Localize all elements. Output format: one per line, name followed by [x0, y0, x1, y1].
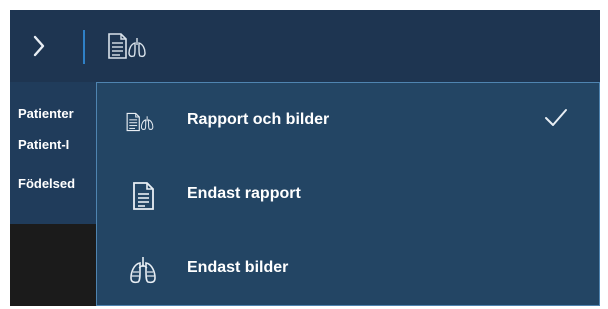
menu-item-label: Endast rapport	[187, 185, 301, 202]
menu-item-report-and-images[interactable]: Rapport och bilder	[97, 83, 599, 157]
report-and-images-icon[interactable]	[106, 32, 148, 60]
checkmark-icon	[543, 105, 569, 131]
toolbar-divider	[83, 30, 85, 64]
menu-item-label: Rapport och bilder	[187, 111, 330, 128]
patient-name-label: Patienter	[18, 106, 74, 121]
menu-item-images-only[interactable]: Endast bilder	[97, 231, 599, 305]
app-window: Patienter Patient-I Födelsed g n R	[10, 10, 600, 306]
document-icon	[129, 181, 157, 211]
patient-id-label: Patient-I	[18, 137, 70, 152]
report-and-images-icon	[126, 107, 157, 137]
chevron-right-icon[interactable]	[28, 32, 50, 60]
menu-item-report-only[interactable]: Endast rapport	[97, 157, 599, 231]
toolbar	[10, 10, 600, 82]
menu-item-label: Endast bilder	[187, 259, 289, 276]
lungs-icon	[129, 255, 157, 285]
view-mode-menu: Rapport och bilder Endast rapport Endast…	[96, 82, 600, 306]
birth-date-label: Födelsed	[18, 176, 76, 191]
